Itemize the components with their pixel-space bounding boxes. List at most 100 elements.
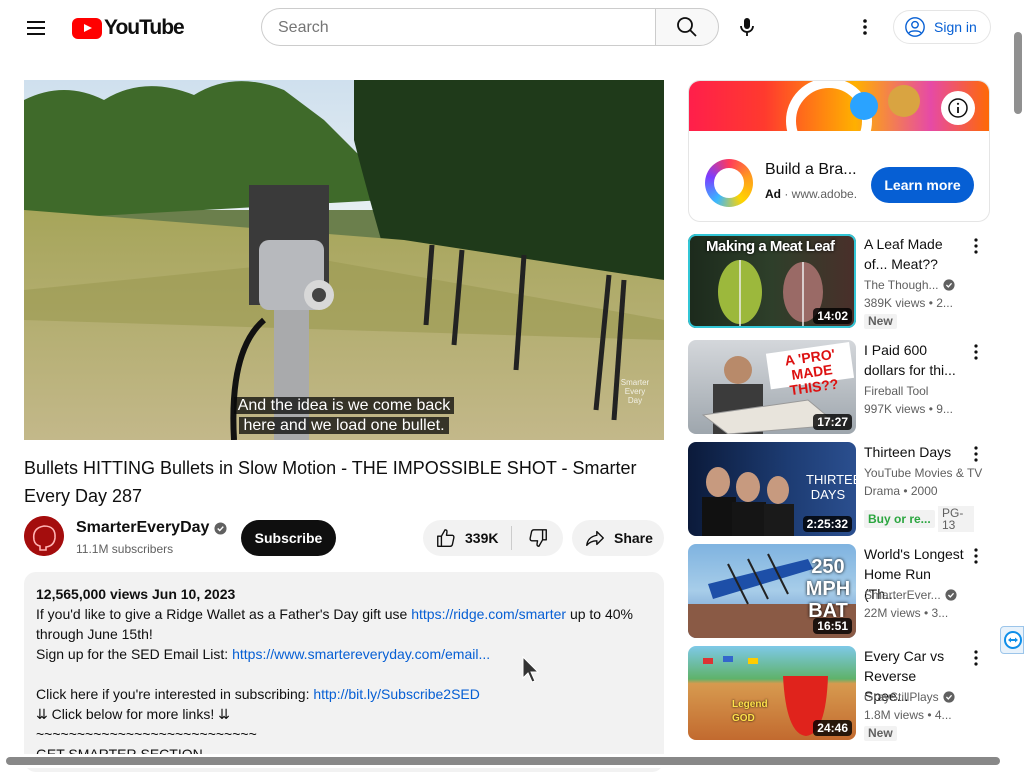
video-duration: 2:25:32 <box>802 516 852 532</box>
description-line: ~~~~~~~~~~~~~~~~~~~~~~~~~~~ <box>36 726 257 742</box>
more-vert-icon[interactable] <box>968 546 984 566</box>
description-line: Click here if you're interested in subsc… <box>36 686 480 702</box>
description-line: Sign up for the SED Email List: https://… <box>36 646 491 662</box>
menu-button[interactable] <box>22 14 50 42</box>
channel-watermark[interactable]: Smarter Every Day <box>618 378 652 405</box>
brain-logo-icon <box>24 516 64 556</box>
recommendation-channel: Fireball Tool <box>864 384 929 398</box>
play-logo-icon <box>72 17 102 39</box>
video-player[interactable]: And the idea is we come back here and we… <box>24 80 664 440</box>
recommendation-channel: YouTube Movies & TV <box>864 466 983 480</box>
more-vert-icon[interactable] <box>968 342 984 362</box>
horizontal-scroll-thumb[interactable] <box>6 757 1000 765</box>
thumbnail-text: 250 MPH BAT <box>805 556 851 622</box>
recommendation-item[interactable]: Legend GOD 24:46 Every Car vs Reverse Sp… <box>688 646 990 741</box>
recommendation-meta: 1.8M views • 4... <box>864 708 952 722</box>
description-blank-line <box>36 664 652 684</box>
closed-caption: And the idea is we come back here and we… <box>24 396 664 436</box>
verified-icon <box>942 279 955 291</box>
verified-icon <box>214 521 227 535</box>
adobe-cloud-logo-icon <box>705 159 753 207</box>
thumbs-down-icon <box>528 529 547 547</box>
ad-card[interactable]: Build a Bra... Ad · www.adobe. Learn mor… <box>688 80 990 222</box>
share-icon <box>586 530 604 547</box>
recommendation-item[interactable]: A 'PRO' MADE THIS?? 17:27 I Paid 600 dol… <box>688 340 990 434</box>
sign-in-button[interactable]: Sign in <box>893 10 991 44</box>
voice-search-button[interactable] <box>728 8 766 46</box>
subscriber-count: 11.1M subscribers <box>76 542 174 556</box>
search-icon <box>677 17 697 37</box>
thumbs-up-icon <box>437 529 455 547</box>
settings-menu-button[interactable] <box>850 12 880 42</box>
search-button[interactable] <box>655 8 719 46</box>
content-rating: PG-13 <box>938 506 974 532</box>
ad-domain: www.adobe. <box>791 187 858 201</box>
email-list-link[interactable]: https://www.smartereveryday.com/email... <box>232 646 490 662</box>
share-button[interactable]: Share <box>572 520 664 556</box>
video-title: Bullets HITTING Bullets in Slow Motion -… <box>24 458 637 506</box>
caption-line-1: And the idea is we come back <box>233 397 455 414</box>
teamviewer-icon <box>1004 631 1022 649</box>
sign-in-label: Sign in <box>934 19 977 35</box>
video-duration: 24:46 <box>813 720 852 736</box>
thumbnail-text: THIRTEEN DAYS <box>806 472 856 502</box>
like-count: 339K <box>465 530 499 546</box>
recommendation-title: I Paid 600 dollars for thi... <box>864 342 956 378</box>
teamviewer-widget[interactable] <box>1000 626 1024 654</box>
channel-row: SmarterEveryDay 11.1M subscribers Subscr… <box>24 516 664 558</box>
dislike-button[interactable] <box>512 520 563 556</box>
new-badge: New <box>864 726 897 741</box>
ad-subline: Ad · www.adobe. <box>765 187 858 201</box>
youtube-logo[interactable]: YouTube <box>72 16 185 40</box>
video-thumbnail[interactable]: 250 MPH BAT 16:51 <box>688 544 856 638</box>
ad-label: Ad <box>765 187 781 201</box>
horizontal-scrollbar[interactable] <box>0 754 1012 768</box>
like-dislike-group: 339K <box>423 520 563 556</box>
more-vert-icon[interactable] <box>968 236 984 256</box>
search-box <box>261 8 655 47</box>
recommendation-channel: GrayStillPlays <box>864 690 974 704</box>
recommendation-title: Thirteen Days <box>864 444 952 460</box>
recommendation-meta: Drama • 2000 <box>864 484 938 498</box>
video-thumbnail[interactable]: Legend GOD 24:46 <box>688 646 856 740</box>
recommendation-meta: 22M views • 3... <box>864 606 949 620</box>
recommendation-meta: 389K views • 2... <box>864 296 953 310</box>
recommendation-title: A Leaf Made of... Meat?? <box>864 236 943 272</box>
description-line: If you'd like to give a Ridge Wallet as … <box>36 606 633 642</box>
description-box[interactable]: 12,565,000 views Jun 10, 2023 If you'd l… <box>24 572 664 772</box>
channel-name: SmarterEveryDay <box>76 519 210 536</box>
video-thumbnail[interactable]: A 'PRO' MADE THIS?? 17:27 <box>688 340 856 434</box>
new-badge: New <box>864 314 897 329</box>
more-vert-icon[interactable] <box>968 648 984 668</box>
ridge-link[interactable]: https://ridge.com/smarter <box>411 606 566 622</box>
description-line: ⇊ Click below for more links! ⇊ <box>36 706 230 722</box>
video-frame <box>24 80 664 440</box>
thumbnail-text: Legend GOD <box>732 699 768 724</box>
recommendation-item[interactable]: Making a Meat Leaf 14:02 A Leaf Made of.… <box>688 234 990 329</box>
vertical-scroll-thumb[interactable] <box>1014 32 1022 114</box>
more-vert-icon <box>863 19 867 35</box>
more-vert-icon[interactable] <box>968 444 984 464</box>
ad-title: Build a Bra... <box>765 161 857 178</box>
channel-name-container[interactable]: SmarterEveryDay <box>76 519 227 537</box>
recommendation-channel: The Though... <box>864 278 974 292</box>
subscribe-button[interactable]: Subscribe <box>241 520 336 556</box>
recommendation-item[interactable]: THIRTEEN DAYS 2:25:32 Thirteen Days YouT… <box>688 442 990 536</box>
ad-info-button[interactable] <box>941 91 975 125</box>
like-button[interactable]: 339K <box>423 520 511 556</box>
recommendation-channel: SmarterEver... <box>864 588 974 602</box>
learn-more-button[interactable]: Learn more <box>871 167 974 203</box>
search-input[interactable] <box>262 9 640 47</box>
subscribe-link[interactable]: http://bit.ly/Subscribe2SED <box>313 686 480 702</box>
video-duration: 16:51 <box>813 618 852 634</box>
verified-icon <box>945 589 957 601</box>
video-thumbnail[interactable]: THIRTEEN DAYS 2:25:32 <box>688 442 856 536</box>
recommendation-meta: 997K views • 9... <box>864 402 953 416</box>
buy-or-rent-button[interactable]: Buy or re... <box>864 510 935 528</box>
video-duration: 14:02 <box>813 308 852 324</box>
video-thumbnail[interactable]: Making a Meat Leaf 14:02 <box>688 234 856 328</box>
microphone-icon <box>740 18 754 36</box>
channel-avatar[interactable] <box>24 516 64 556</box>
recommendation-item[interactable]: 250 MPH BAT 16:51 World's Longest Home R… <box>688 544 990 638</box>
verified-icon <box>943 691 955 703</box>
